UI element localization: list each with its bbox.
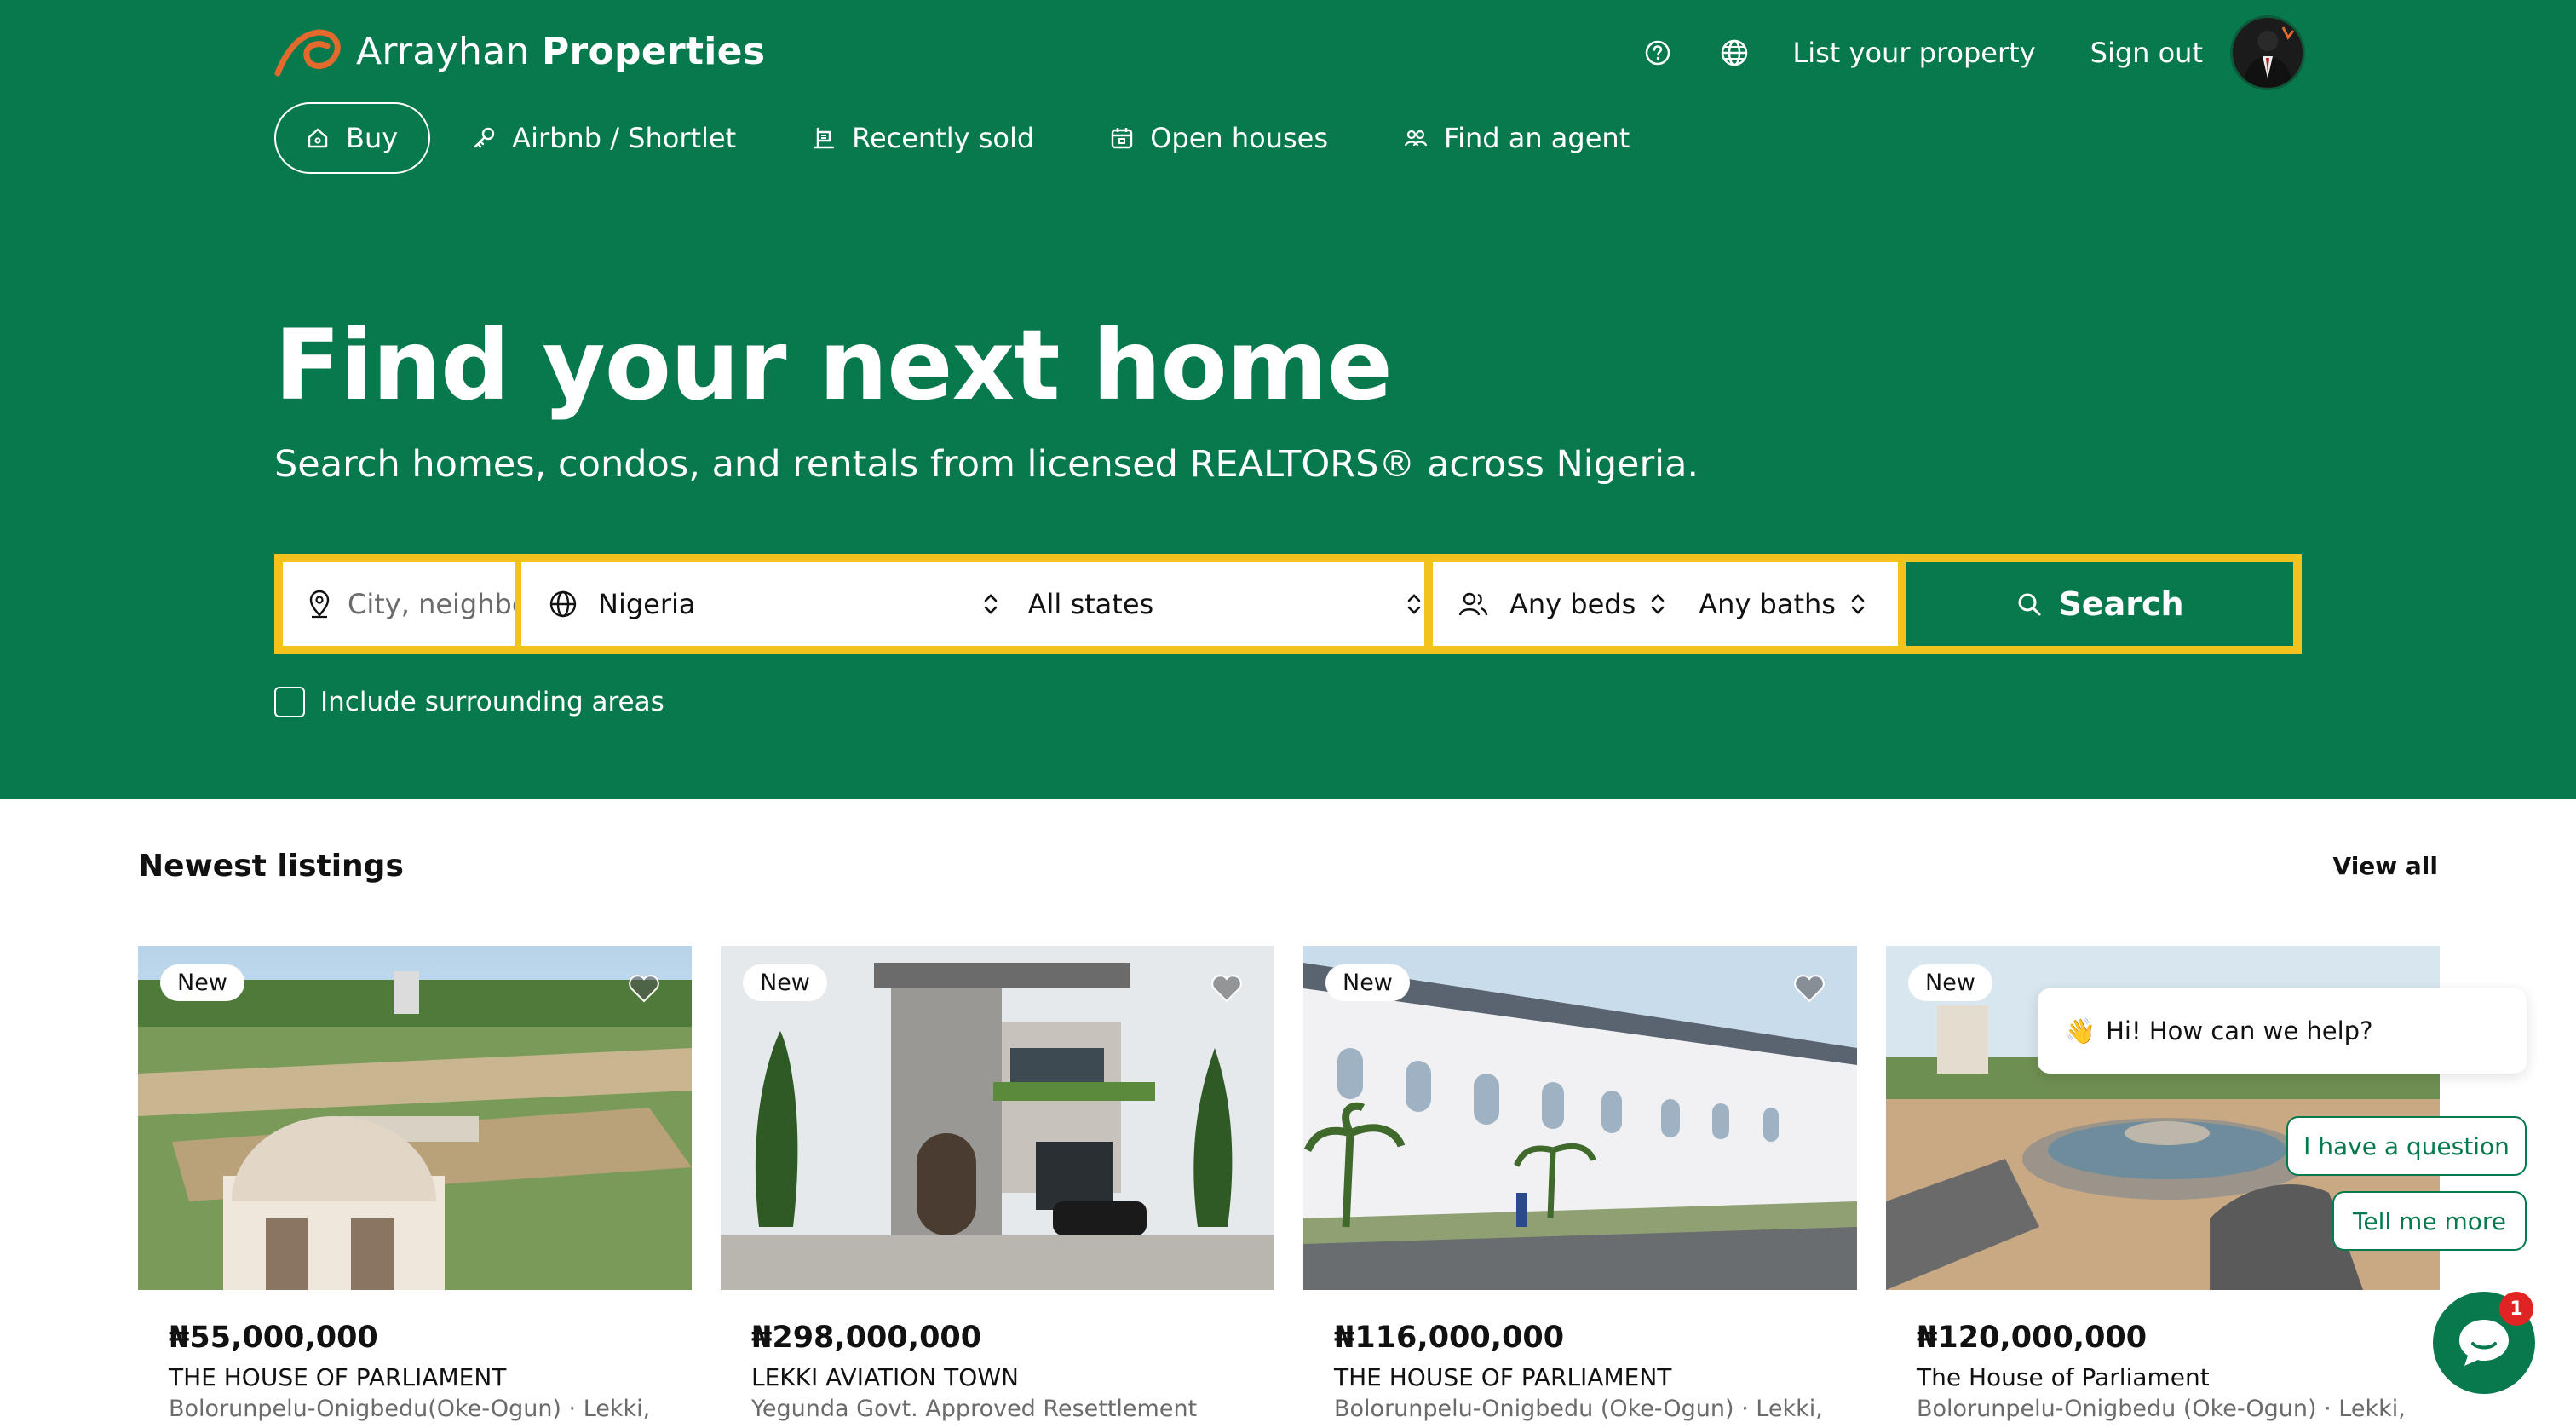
favorite-heart-icon[interactable] — [1792, 973, 1826, 1004]
nav-find-agent-label: Find an agent — [1444, 122, 1630, 154]
unread-count-badge: 1 — [2499, 1292, 2533, 1326]
hero-title: Find your next home — [274, 308, 1393, 422]
listing-price: ₦298,000,000 — [751, 1321, 982, 1355]
include-surrounding-label: Include surrounding areas — [320, 687, 664, 717]
chevron-updown-icon — [1851, 594, 1865, 614]
include-surrounding-checkbox[interactable] — [274, 687, 305, 717]
wave-icon: 👋 — [2065, 1016, 2096, 1045]
search-button-label: Search — [2058, 585, 2184, 623]
globe-icon — [549, 590, 577, 618]
search-bar: City, neighborhood Nigeria All states An… — [274, 554, 2302, 654]
hero-subtitle: Search homes, condos, and rentals from l… — [274, 443, 1699, 486]
hero-section: Arrayhan Properties List your property S… — [0, 0, 2576, 799]
nav-buy-label: Buy — [346, 122, 399, 154]
nav-find-agent[interactable]: Find an agent — [1403, 122, 1630, 154]
favorite-heart-icon[interactable] — [1210, 973, 1244, 1004]
help-icon[interactable] — [1639, 34, 1676, 72]
listing-location: Yegunda Govt. Approved Resettlement — [751, 1396, 1198, 1422]
listing-card[interactable]: New ₦298,000,000 LEKKI AVIATION TOWN Yeg… — [721, 913, 1274, 1428]
brand-mark-icon — [274, 29, 341, 77]
listing-location: Bolorunpelu-Onigbedu (Oke-Ogun) · Lekki, — [1917, 1396, 2406, 1422]
sold-sign-icon — [813, 127, 835, 149]
listing-price: ₦116,000,000 — [1334, 1321, 1565, 1355]
nav-airbnb-shortlet[interactable]: Airbnb / Shortlet — [471, 122, 736, 154]
chat-greeting[interactable]: 👋 Hi! How can we help? — [2038, 988, 2527, 1074]
listing-price: ₦55,000,000 — [169, 1321, 378, 1355]
nav-airbnb-label: Airbnb / Shortlet — [512, 122, 737, 154]
nav-recently-sold-label: Recently sold — [852, 122, 1035, 154]
user-avatar[interactable] — [2230, 15, 2305, 90]
listing-name[interactable]: LEKKI AVIATION TOWN — [751, 1363, 1019, 1391]
location-field[interactable]: City, neighborhood — [283, 562, 515, 646]
chevron-updown-icon — [1651, 594, 1665, 614]
brand-name: Arrayhan Properties — [356, 29, 766, 73]
state-select[interactable]: All states — [1028, 588, 1404, 620]
include-surrounding[interactable]: Include surrounding areas — [274, 687, 664, 717]
location-pin-icon — [309, 590, 330, 619]
search-icon — [2018, 593, 2041, 616]
nav-open-houses-label: Open houses — [1150, 122, 1328, 154]
country-select[interactable]: Nigeria — [598, 588, 980, 620]
chat-tell-more-button[interactable]: Tell me more — [2332, 1191, 2527, 1251]
header-actions: List your property Sign out — [1639, 15, 2305, 90]
listing-name[interactable]: THE HOUSE OF PARLIAMENT — [169, 1363, 506, 1391]
sign-out-link[interactable]: Sign out — [2090, 37, 2203, 69]
people-icon — [1404, 130, 1428, 147]
brand-logo[interactable]: Arrayhan Properties — [274, 24, 765, 78]
country-state-selector: Nigeria All states — [521, 562, 1424, 646]
chevron-updown-icon — [1407, 594, 1421, 614]
new-badge: New — [1908, 964, 1992, 1001]
avatar-image — [2234, 19, 2302, 87]
listing-card[interactable]: New ₦55,000,000 THE HOUSE OF PARLIAMENT … — [138, 913, 692, 1428]
list-property-link[interactable]: List your property — [1792, 37, 2035, 69]
view-all-link[interactable]: View all — [2333, 852, 2438, 880]
new-badge: New — [743, 964, 827, 1001]
chat-greeting-text: Hi! How can we help? — [2106, 1016, 2373, 1045]
new-badge: New — [1325, 964, 1410, 1001]
nav-open-houses[interactable]: Open houses — [1109, 122, 1328, 154]
beds-select[interactable]: Any beds — [1509, 588, 1636, 620]
listing-location: Bolorunpelu-Onigbedu (Oke-Ogun) · Lekki, — [1334, 1396, 1823, 1422]
listing-card[interactable]: New ₦116,000,000 THE HOUSE OF PARLIAMENT… — [1303, 913, 1857, 1428]
key-icon — [474, 127, 495, 148]
listing-location: Bolorunpelu-Onigbedu(Oke-Ogun) · Lekki, — [169, 1396, 651, 1422]
new-badge: New — [160, 964, 244, 1001]
globe-icon[interactable] — [1716, 34, 1753, 72]
favorite-heart-icon[interactable] — [627, 973, 661, 1004]
search-button[interactable]: Search — [1906, 562, 2293, 646]
chevron-updown-icon — [984, 594, 997, 614]
listing-name[interactable]: The House of Parliament — [1917, 1363, 2210, 1391]
location-placeholder: City, neighborhood — [348, 588, 515, 620]
section-title: Newest listings — [138, 849, 404, 884]
calendar-icon — [1111, 128, 1133, 149]
beds-baths-selector: Any beds Any baths — [1433, 562, 1898, 646]
people-icon — [1458, 592, 1488, 616]
chat-icon — [2459, 1320, 2509, 1366]
listing-name[interactable]: THE HOUSE OF PARLIAMENT — [1334, 1363, 1671, 1391]
nav-recently-sold[interactable]: Recently sold — [811, 122, 1034, 154]
main-nav: Buy Airbnb / Shortlet Recently sold Open… — [274, 102, 1705, 174]
nav-buy[interactable]: Buy — [274, 102, 431, 174]
listing-price: ₦120,000,000 — [1917, 1321, 2148, 1355]
home-icon — [308, 128, 328, 148]
baths-select[interactable]: Any baths — [1699, 588, 1836, 620]
chat-question-button[interactable]: I have a question — [2286, 1116, 2527, 1176]
